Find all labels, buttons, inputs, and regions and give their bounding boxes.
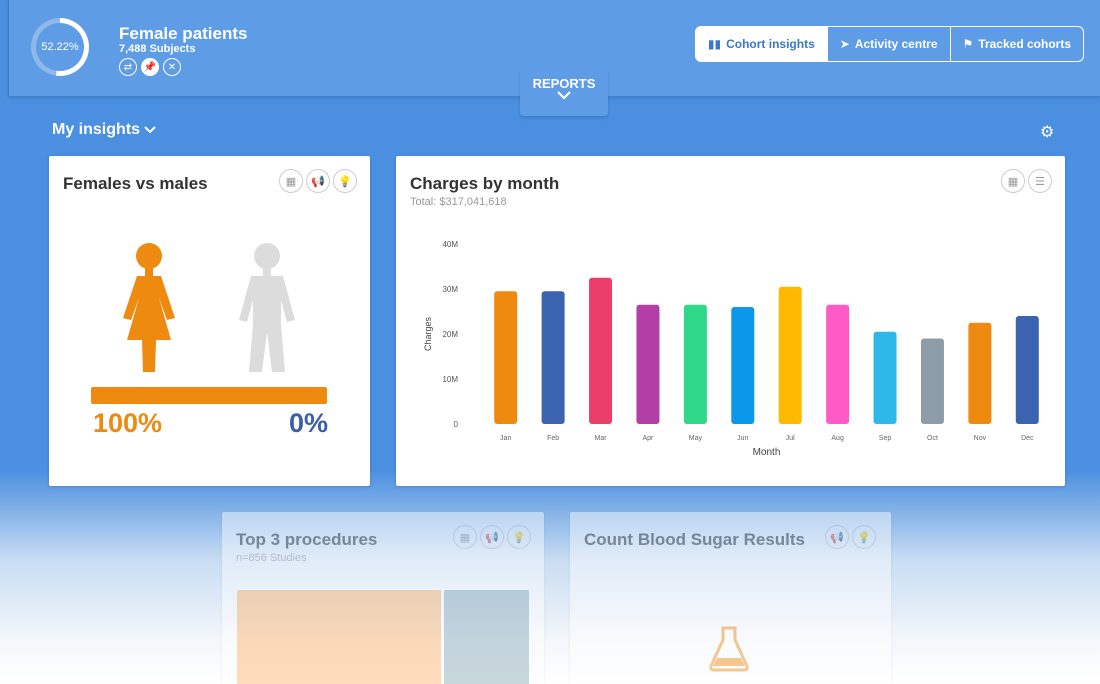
bar-feb bbox=[541, 291, 565, 424]
cohort-percent-label: 52.22% bbox=[36, 23, 84, 71]
table-icon[interactable]: ▦ bbox=[279, 169, 303, 193]
megaphone-icon[interactable]: 📢 bbox=[306, 169, 330, 193]
x-tick-label: Aug bbox=[831, 435, 844, 442]
bar-aug bbox=[826, 304, 850, 424]
y-tick-label: 30M bbox=[442, 285, 458, 294]
charges-by-month-card: Charges by month Total: $317,041,618 ▦ ☰… bbox=[396, 156, 1065, 486]
y-tick-label: 0 bbox=[454, 420, 459, 429]
y-tick-label: 10M bbox=[442, 375, 458, 384]
female-percent: 100% bbox=[93, 408, 163, 438]
bar-chart-icon: ▮▮ bbox=[707, 37, 722, 51]
card-title: Top 3 procedures bbox=[236, 530, 378, 549]
card-actions: ▦ 📢 💡 bbox=[453, 525, 531, 549]
nav-tracked-cohorts[interactable]: ⚑ Tracked cohorts bbox=[951, 27, 1083, 61]
x-tick-label: Dec bbox=[1021, 435, 1034, 442]
megaphone-icon[interactable]: 📢 bbox=[480, 525, 504, 549]
nav-cohort-insights[interactable]: ▮▮ Cohort insights bbox=[695, 27, 828, 61]
nav-activity-centre-label: Activity centre bbox=[854, 37, 938, 51]
bar-mar bbox=[589, 277, 613, 424]
flask-icon bbox=[709, 626, 749, 672]
x-tick-label: Jul bbox=[786, 435, 795, 442]
chevron-down-icon bbox=[144, 121, 157, 138]
my-insights-label: My insights bbox=[52, 121, 141, 138]
reports-toggle[interactable]: REPORTS bbox=[520, 70, 608, 116]
close-icon[interactable]: ✕ bbox=[163, 58, 181, 76]
cohort-percent-ring: 52.22% bbox=[31, 18, 89, 76]
male-percent: 0% bbox=[288, 408, 328, 438]
card-title: Females vs males bbox=[63, 174, 208, 193]
bar-jan bbox=[494, 291, 518, 424]
my-insights-dropdown[interactable]: My insights bbox=[52, 121, 157, 139]
blood-sugar-card: Count Blood Sugar Results 📢 💡 bbox=[570, 512, 891, 684]
procedure-block-1 bbox=[237, 590, 441, 684]
bar-may bbox=[683, 304, 707, 424]
procedure-block-2 bbox=[444, 590, 529, 684]
female-ratio-bar bbox=[91, 387, 327, 404]
card-subtitle: n=856 Studies bbox=[236, 552, 307, 564]
table-icon[interactable]: ▦ bbox=[453, 525, 477, 549]
nav-tracked-cohorts-label: Tracked cohorts bbox=[978, 37, 1071, 51]
bar-jul bbox=[778, 286, 802, 424]
male-figure-icon bbox=[239, 243, 295, 372]
female-figure-icon bbox=[123, 243, 175, 372]
chevron-down-icon bbox=[520, 91, 608, 103]
cohort-subjects: 7,488 Subjects bbox=[119, 43, 196, 55]
y-tick-label: 40M bbox=[442, 240, 458, 249]
flag-icon: ⚑ bbox=[962, 37, 974, 51]
charges-bar-chart: 0 10M 20M 30M 40M Charges Jan Feb Mar Apr May Jun Ju… bbox=[423, 240, 1039, 458]
x-tick-label: May bbox=[689, 435, 703, 442]
top-procedures-card: Top 3 procedures n=856 Studies ▦ 📢 💡 bbox=[222, 512, 544, 684]
send-icon: ➤ bbox=[839, 37, 850, 51]
cohort-title[interactable]: Female patients bbox=[119, 24, 248, 44]
x-tick-label: Apr bbox=[643, 435, 655, 442]
pin-icon[interactable]: 📌 bbox=[141, 58, 159, 76]
lightbulb-icon[interactable]: 💡 bbox=[507, 525, 531, 549]
nav-activity-centre[interactable]: ➤ Activity centre bbox=[828, 27, 951, 61]
bar-nov bbox=[968, 322, 992, 424]
nav-cohort-insights-label: Cohort insights bbox=[726, 37, 815, 51]
reports-label: REPORTS bbox=[532, 76, 596, 91]
megaphone-icon[interactable]: 📢 bbox=[825, 525, 849, 549]
x-tick-label: Feb bbox=[547, 435, 559, 442]
swap-icon[interactable]: ⇄ bbox=[119, 58, 137, 76]
bar-apr bbox=[636, 304, 660, 424]
bar-jun bbox=[731, 307, 755, 424]
x-tick-label: Nov bbox=[974, 435, 987, 442]
card-title: Count Blood Sugar Results bbox=[584, 530, 805, 549]
main-nav: ▮▮ Cohort insights ➤ Activity centre ⚑ T… bbox=[694, 26, 1084, 62]
x-tick-label: Jan bbox=[500, 435, 511, 442]
y-tick-label: 20M bbox=[442, 330, 458, 339]
bar-oct bbox=[920, 338, 944, 424]
x-tick-label: Mar bbox=[595, 435, 608, 442]
x-tick-label: Oct bbox=[927, 435, 938, 442]
lightbulb-icon[interactable]: 💡 bbox=[333, 169, 357, 193]
y-axis-label: Charges bbox=[423, 316, 433, 351]
card-actions: ▦ 📢 💡 bbox=[279, 169, 357, 193]
card-actions: 📢 💡 bbox=[825, 525, 876, 549]
x-tick-label: Sep bbox=[879, 435, 892, 442]
settings-gear-icon[interactable]: ⚙ bbox=[1040, 122, 1054, 142]
x-tick-label: Jun bbox=[737, 435, 748, 442]
cohort-actions: ⇄ 📌 ✕ bbox=[119, 58, 181, 76]
x-axis-label: Month bbox=[753, 447, 781, 458]
females-vs-males-card: Females vs males ▦ 📢 💡 100% 0% bbox=[49, 156, 370, 486]
bar-sep bbox=[873, 331, 897, 424]
lightbulb-icon[interactable]: 💡 bbox=[852, 525, 876, 549]
bar-dec bbox=[1015, 316, 1039, 424]
